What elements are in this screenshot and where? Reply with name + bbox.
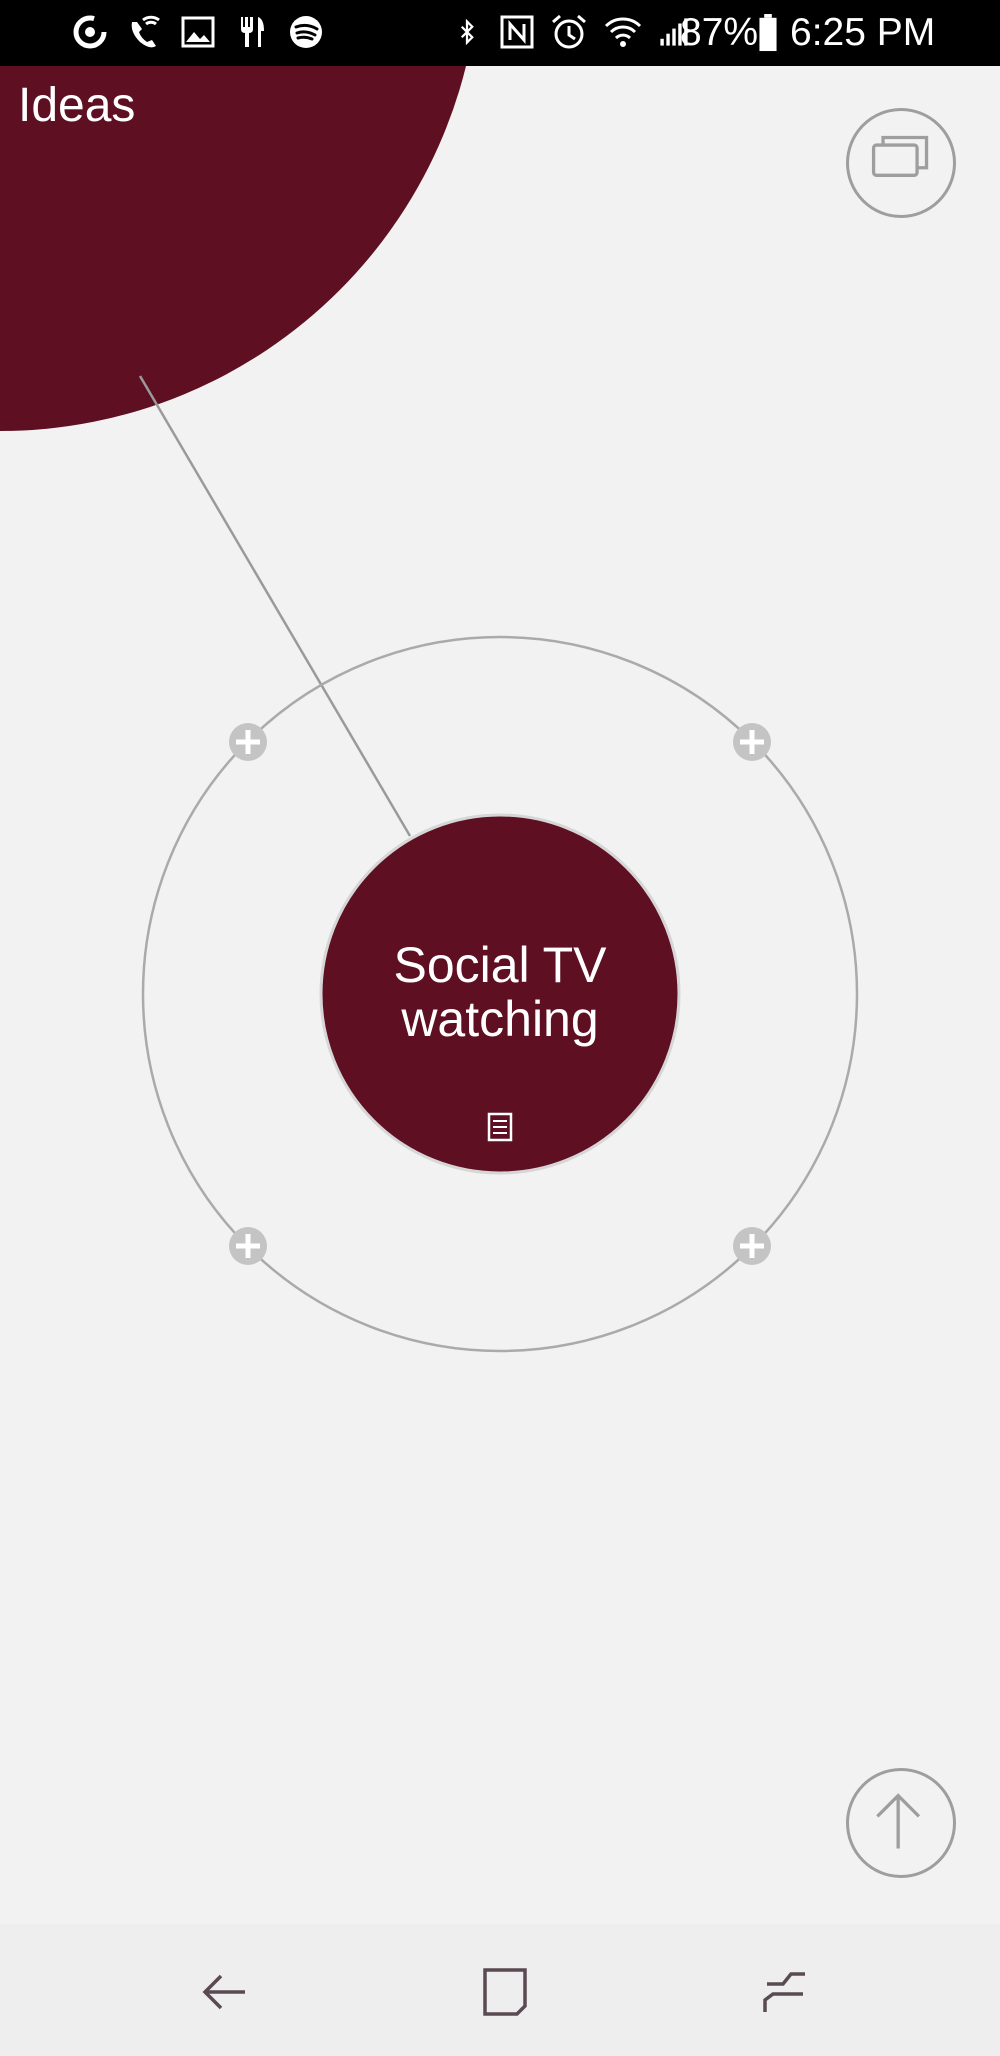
battery-percent: 87%: [680, 11, 759, 54]
view-switch-button[interactable]: [846, 108, 956, 218]
multiple-windows-icon: [871, 135, 929, 177]
restaurant-icon: [241, 17, 264, 47]
wifi-icon: [604, 17, 642, 47]
bluetooth-icon: [460, 18, 474, 46]
add-child-plus-icon[interactable]: [733, 723, 771, 761]
add-child-plus-icon[interactable]: [229, 1227, 267, 1265]
arrow-up-icon: [876, 1793, 921, 1849]
add-child-plus-icon[interactable]: [229, 723, 267, 761]
status-bar: 87% 6:25 PM: [0, 0, 1000, 66]
back-icon[interactable]: [195, 1962, 255, 2022]
battery-icon: [759, 14, 777, 52]
add-child-plus-icon[interactable]: [733, 1227, 771, 1265]
connector-line: [138, 375, 412, 837]
image-icon: [181, 16, 215, 48]
nfc-icon: [500, 15, 534, 49]
focused-node-title[interactable]: Social TV watching: [322, 938, 678, 1046]
alarm-icon: [552, 14, 586, 49]
parent-node-title[interactable]: Ideas: [18, 78, 135, 133]
navigation-bar: [0, 1924, 1000, 2056]
data-saver-icon: [73, 15, 107, 49]
focused-node-title-line1: Social TV: [393, 937, 607, 993]
spotify-icon: [290, 16, 322, 48]
recents-icon[interactable]: [755, 1962, 815, 2022]
home-icon[interactable]: [475, 1962, 535, 2022]
clock: 6:25 PM: [790, 11, 936, 54]
focused-node-title-line2: watching: [401, 991, 599, 1047]
wifi-call-icon: [131, 15, 160, 48]
navigate-up-button[interactable]: [846, 1768, 956, 1878]
